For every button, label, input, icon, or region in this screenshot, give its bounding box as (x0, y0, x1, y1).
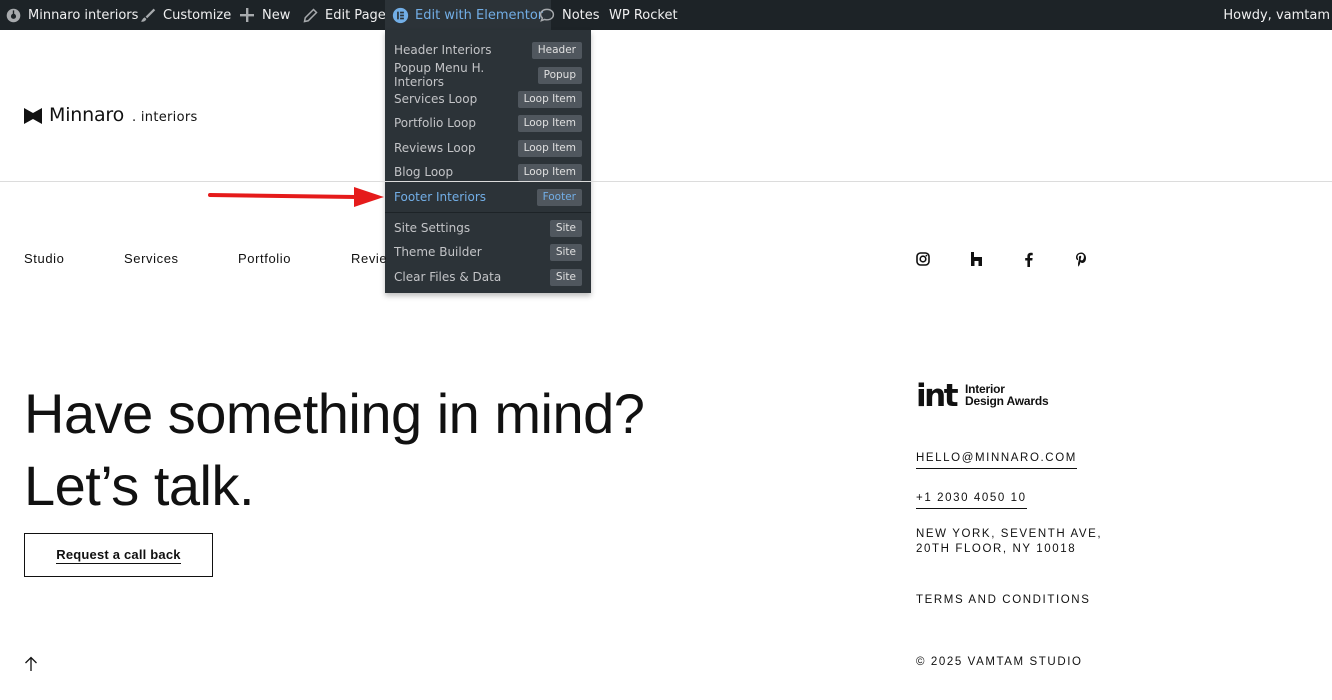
nav-link-services[interactable]: Services (124, 251, 179, 266)
menu-item-label: Clear Files & Data (394, 270, 502, 284)
header-divider (0, 181, 1332, 182)
menu-item-reviews-loop[interactable]: Reviews Loop Loop Item (394, 137, 582, 159)
notes-label: Notes (562, 7, 600, 23)
menu-item-label: Portfolio Loop (394, 116, 476, 130)
address: NEW YORK, SEVENTH AVE, 20TH FLOOR, NY 10… (916, 527, 1102, 557)
annotation-arrow-icon (208, 187, 384, 207)
headline-line-2: Let’s talk. (24, 454, 255, 517)
award-logo-text: int (916, 381, 959, 409)
nav-link-studio[interactable]: Studio (24, 251, 64, 266)
new-content-menu[interactable]: New (238, 0, 290, 30)
brush-icon (139, 6, 157, 24)
menu-item-services-loop[interactable]: Services Loop Loop Item (394, 88, 582, 110)
new-label: New (262, 7, 291, 23)
elementor-dropdown-menu: Header Interiors Header Popup Menu H. In… (385, 30, 591, 293)
site-logo[interactable]: Minnaro . interiors (24, 104, 198, 128)
award-logo-mark: int (916, 381, 961, 409)
menu-item-badge: Site (549, 268, 582, 286)
wp-rocket-label: WP Rocket (609, 7, 678, 23)
menu-item-label: Services Loop (394, 92, 478, 106)
elementor-icon (391, 6, 409, 24)
menu-item-label: Footer Interiors (394, 190, 487, 204)
menu-item-badge: Site (549, 243, 582, 261)
wp-rocket-menu[interactable]: WP Rocket (609, 0, 678, 30)
menu-item-blog-loop[interactable]: Blog Loop Loop Item (394, 161, 582, 183)
customize-label: Customize (163, 7, 232, 23)
request-call-back-button[interactable]: Request a call back (24, 533, 213, 577)
interior-design-awards-logo: int Interior Design Awards (916, 381, 1049, 409)
howdy-label: Howdy, vamtam (1223, 7, 1330, 23)
phone-text: +1 2030 4050 10 (916, 492, 1027, 509)
menu-item-label: Theme Builder (394, 245, 482, 259)
pencil-icon (301, 6, 319, 24)
menu-item-popup-menu[interactable]: Popup Menu H. Interiors Popup (394, 61, 582, 89)
houzz-icon[interactable] (968, 251, 984, 267)
menu-separator (385, 212, 591, 213)
menu-item-badge: Popup (537, 66, 582, 84)
phone-link[interactable]: +1 2030 4050 10 (916, 492, 1027, 509)
menu-item-header-interiors[interactable]: Header Interiors Header (394, 39, 582, 61)
instagram-icon[interactable] (915, 251, 931, 267)
nav-link-reviews[interactable]: Revie (351, 251, 387, 266)
cta-headline: Have something in mind? Let’s talk. (24, 378, 645, 522)
award-text: Interior Design Awards (965, 383, 1049, 408)
menu-item-portfolio-loop[interactable]: Portfolio Loop Loop Item (394, 112, 582, 134)
menu-item-badge: Site (549, 219, 582, 237)
menu-item-theme-builder[interactable]: Theme Builder Site (394, 241, 582, 263)
edit-page-label: Edit Page (325, 7, 386, 23)
pinterest-icon[interactable] (1073, 251, 1089, 267)
menu-item-badge: Header (531, 41, 582, 59)
menu-item-badge: Loop Item (517, 139, 582, 157)
menu-item-label: Header Interiors (394, 43, 492, 57)
logo-mark-icon (24, 108, 42, 124)
menu-item-label: Reviews Loop (394, 141, 476, 155)
edit-with-elementor-label: Edit with Elementor (415, 7, 544, 23)
address-line-1: NEW YORK, SEVENTH AVE, (916, 528, 1103, 540)
edit-page-menu[interactable]: Edit Page (301, 0, 386, 30)
menu-item-badge: Footer (536, 188, 582, 206)
dashboard-icon (4, 6, 22, 24)
copyright: © 2025 VAMTAM STUDIO (916, 656, 1083, 668)
notes-menu[interactable]: Notes (538, 0, 600, 30)
site-name-menu[interactable]: Minnaro interiors (4, 0, 138, 30)
plus-icon (238, 6, 256, 24)
menu-item-label: Popup Menu H. Interiors (394, 61, 485, 89)
headline-line-1: Have something in mind? (24, 382, 645, 445)
email-link[interactable]: HELLO@MINNARO.COM (916, 452, 1077, 469)
menu-item-label: Site Settings (394, 221, 471, 235)
menu-item-badge: Loop Item (517, 163, 582, 181)
customize-menu[interactable]: Customize (139, 0, 231, 30)
logo-subtitle: . interiors (132, 110, 198, 125)
my-account-menu[interactable]: Howdy, vamtam (1223, 0, 1332, 30)
menu-item-badge: Loop Item (517, 90, 582, 108)
edit-with-elementor-menu[interactable]: Edit with Elementor (385, 0, 552, 30)
award-text-line-2: Design Awards (965, 394, 1049, 408)
menu-item-footer-interiors[interactable]: Footer Interiors Footer (394, 186, 582, 208)
terms-link[interactable]: TERMS AND CONDITIONS (916, 594, 1090, 606)
speech-bubble-icon (538, 6, 556, 24)
facebook-icon[interactable] (1020, 251, 1036, 267)
menu-item-clear-files[interactable]: Clear Files & Data Site (394, 266, 582, 288)
back-to-top-arrow-icon[interactable] (24, 656, 38, 672)
address-line-2: 20TH FLOOR, NY 10018 (916, 543, 1077, 555)
menu-item-site-settings[interactable]: Site Settings Site (394, 217, 582, 239)
menu-item-badge: Loop Item (517, 114, 582, 132)
logo-name: Minnaro (49, 104, 125, 126)
wp-admin-bar: Minnaro interiors Customize New Edit Pag… (0, 0, 1332, 30)
request-call-back-label: Request a call back (56, 546, 181, 564)
menu-item-label: Blog Loop (394, 165, 454, 179)
nav-link-portfolio[interactable]: Portfolio (238, 251, 291, 266)
site-name-label: Minnaro interiors (28, 7, 139, 23)
email-text: HELLO@MINNARO.COM (916, 452, 1077, 469)
